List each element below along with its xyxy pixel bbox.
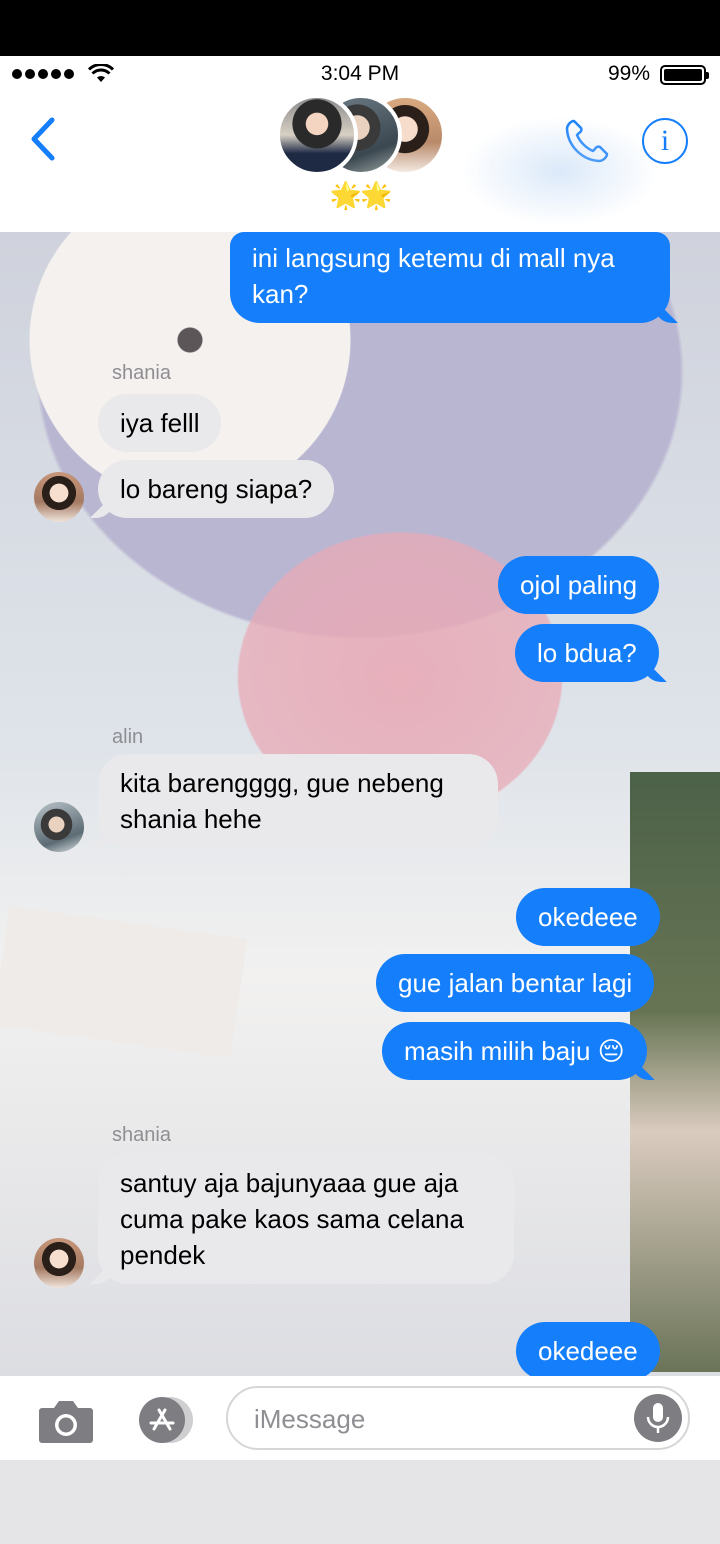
top-black-bar <box>0 0 720 56</box>
camera-icon[interactable] <box>38 1398 94 1444</box>
microphone-icon[interactable] <box>634 1394 682 1442</box>
battery-percentage: 99% <box>607 62 650 85</box>
message-bubble-incoming[interactable]: iya felll <box>98 394 222 452</box>
message-text: okedeee <box>538 1336 638 1366</box>
avatar <box>34 472 84 522</box>
phone-icon[interactable] <box>562 116 612 166</box>
keyboard-area-placeholder <box>0 1460 720 1544</box>
message-thread[interactable]: ini langsung ketemu di mall nya kan? sha… <box>0 232 720 1376</box>
group-avatars[interactable] <box>276 94 446 176</box>
message-bubble-incoming[interactable]: lo bareng siapa? <box>98 460 335 518</box>
chat-header: 3:04 PM 99% 🌟🌟 i <box>0 56 720 232</box>
info-icon[interactable]: i <box>642 118 688 164</box>
back-chevron-icon[interactable] <box>26 114 60 164</box>
message-bubble-outgoing[interactable]: ini langsung ketemu di mall nya kan? <box>230 232 670 323</box>
message-text: cuma pake kaos sama celana <box>120 1204 464 1234</box>
message-text: kita barengggg, gue nebeng <box>120 768 444 798</box>
message-input[interactable] <box>254 1400 614 1438</box>
sender-name: shania <box>112 362 171 384</box>
message-bubble-outgoing[interactable]: masih milih baju 😔 <box>382 1022 647 1080</box>
message-bubble-outgoing[interactable]: ojol paling <box>498 556 660 614</box>
message-bubble-incoming[interactable]: santuy aja bajunyaaa gue aja cuma pake k… <box>98 1154 514 1284</box>
sender-name: alin <box>112 726 144 748</box>
message-bubble-outgoing[interactable]: lo bdua? <box>515 624 659 682</box>
battery-icon <box>660 65 709 85</box>
message-bubble-outgoing[interactable]: gue jalan bentar lagi <box>376 954 655 1012</box>
sender-name: shania <box>112 1124 171 1146</box>
message-text: iya felll <box>120 408 200 438</box>
message-text: kan? <box>252 279 309 309</box>
message-text: ojol paling <box>520 570 638 600</box>
message-text: santuy aja bajunyaaa gue aja <box>120 1168 459 1198</box>
imessage-field[interactable] <box>226 1386 690 1450</box>
message-bubble-outgoing[interactable]: okedeee <box>516 888 660 946</box>
message-text: pendek <box>120 1240 206 1270</box>
message-text: gue jalan bentar lagi <box>398 968 633 998</box>
message-text: lo bdua? <box>537 638 637 668</box>
message-text: ini langsung ketemu di mall nya <box>252 243 615 273</box>
avatar <box>34 1238 84 1288</box>
message-text: masih milih baju 😔 <box>404 1036 625 1066</box>
message-text: shania hehe <box>120 804 262 834</box>
message-text: lo bareng siapa? <box>120 474 313 504</box>
compose-bar <box>0 1376 720 1460</box>
group-name-stars: 🌟🌟 <box>329 180 393 210</box>
status-bar: 3:04 PM 99% <box>0 56 720 92</box>
message-bubble-outgoing[interactable]: okedeee <box>516 1322 660 1376</box>
message-text: okedeee <box>538 902 638 932</box>
app-store-icon[interactable] <box>132 1396 196 1444</box>
avatar <box>34 802 84 852</box>
message-bubble-incoming[interactable]: kita barengggg, gue nebeng shania hehe <box>98 754 498 848</box>
avatar <box>276 94 358 176</box>
